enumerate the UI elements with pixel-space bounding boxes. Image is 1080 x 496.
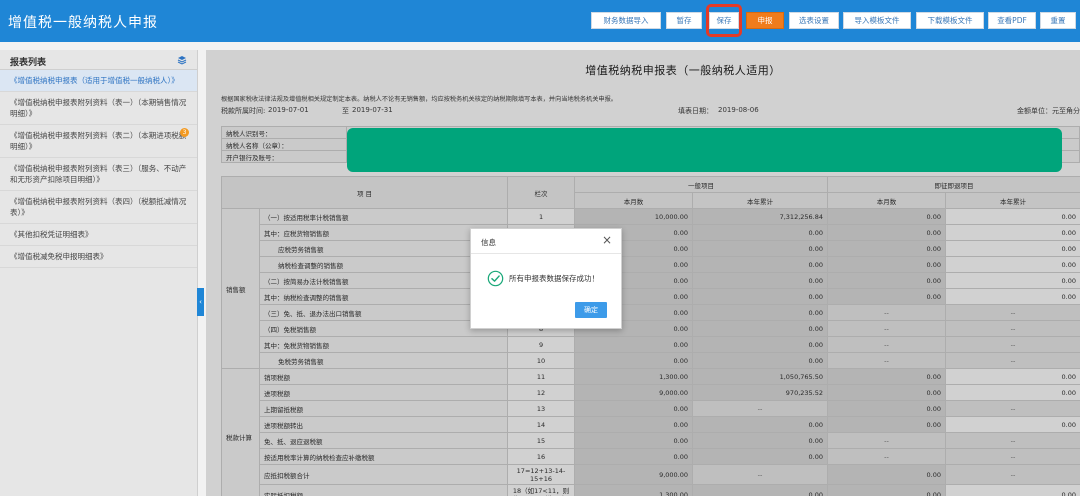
- sidebar-item-tax-exemption[interactable]: 《增值税减免税申报明细表》: [0, 246, 197, 268]
- sidebar-item-label: 《增值税纳税申报表（适用于增值税一般纳税人）》: [10, 76, 179, 85]
- sidebar-item-schedule-1[interactable]: 《增值税纳税申报表附列资料（表一）（本期销售情况明细）》: [0, 92, 197, 125]
- sidebar-title: 报表列表: [10, 58, 47, 68]
- modal-backdrop: [206, 50, 1080, 496]
- temp-save-button[interactable]: 暂存: [666, 12, 702, 29]
- reset-button[interactable]: 重置: [1040, 12, 1076, 29]
- table-settings-button[interactable]: 选表设置: [789, 12, 839, 29]
- save-success-dialog: 信息 × 所有申报表数据保存成功！ 确定: [470, 228, 622, 329]
- sidebar-header: 报表列表: [0, 50, 197, 70]
- declare-button[interactable]: 申报: [746, 12, 784, 29]
- download-template-button[interactable]: 下载模板文件: [916, 12, 984, 29]
- sidebar-item-label: 《其他扣税凭证明细表》: [10, 230, 93, 239]
- close-icon[interactable]: ×: [602, 234, 612, 246]
- sidebar-item-schedule-2[interactable]: 《增值税纳税申报表附列资料（表二）（本期进项税额明细）》 3: [0, 125, 197, 158]
- view-pdf-button[interactable]: 查看PDF: [988, 12, 1036, 29]
- sidebar-item-schedule-4[interactable]: 《增值税纳税申报表附列资料（表四）（税额抵减情况表）》: [0, 191, 197, 224]
- top-header: 增值税一般纳税人申报 财务数据导入 暂存 保存 申报 选表设置 导入模板文件 下…: [0, 0, 1080, 42]
- dialog-header: 信息 ×: [471, 229, 621, 254]
- confirm-button[interactable]: 确定: [575, 302, 607, 318]
- report-list-sidebar: 报表列表 《增值税纳税申报表（适用于增值税一般纳税人）》 《增值税纳税申报表附列…: [0, 50, 198, 496]
- count-badge: 3: [180, 128, 189, 137]
- app-title: 增值税一般纳税人申报: [8, 15, 158, 31]
- sidebar-item-label: 《增值税纳税申报表附列资料（表一）（本期销售情况明细）》: [10, 98, 187, 118]
- success-check-icon: [487, 270, 504, 287]
- import-financial-data-button[interactable]: 财务数据导入: [591, 12, 661, 29]
- sidebar-item-label: 《增值税纳税申报表附列资料（表四）（税额抵减情况表）》: [10, 197, 187, 217]
- sidebar-item-main-return[interactable]: 《增值税纳税申报表（适用于增值税一般纳税人）》: [0, 70, 197, 92]
- save-highlight-annotation: [706, 4, 742, 37]
- sidebar-collapse-toggle[interactable]: ‹: [197, 288, 204, 316]
- layers-icon[interactable]: [177, 55, 187, 65]
- sidebar-item-schedule-3[interactable]: 《增值税纳税申报表附列资料（表三）（服务、不动产和无形资产扣除项目明细）》: [0, 158, 197, 191]
- sidebar-item-label: 《增值税减免税申报明细表》: [10, 252, 108, 261]
- sidebar-item-label: 《增值税纳税申报表附列资料（表二）（本期进项税额明细）》: [10, 131, 187, 151]
- import-template-button[interactable]: 导入模板文件: [843, 12, 911, 29]
- sidebar-item-label: 《增值税纳税申报表附列资料（表三）（服务、不动产和无形资产扣除项目明细）》: [10, 164, 187, 184]
- dialog-title: 信息: [481, 238, 496, 247]
- dialog-message: 所有申报表数据保存成功！: [509, 274, 599, 283]
- sidebar-item-other-vouchers[interactable]: 《其他扣税凭证明细表》: [0, 224, 197, 246]
